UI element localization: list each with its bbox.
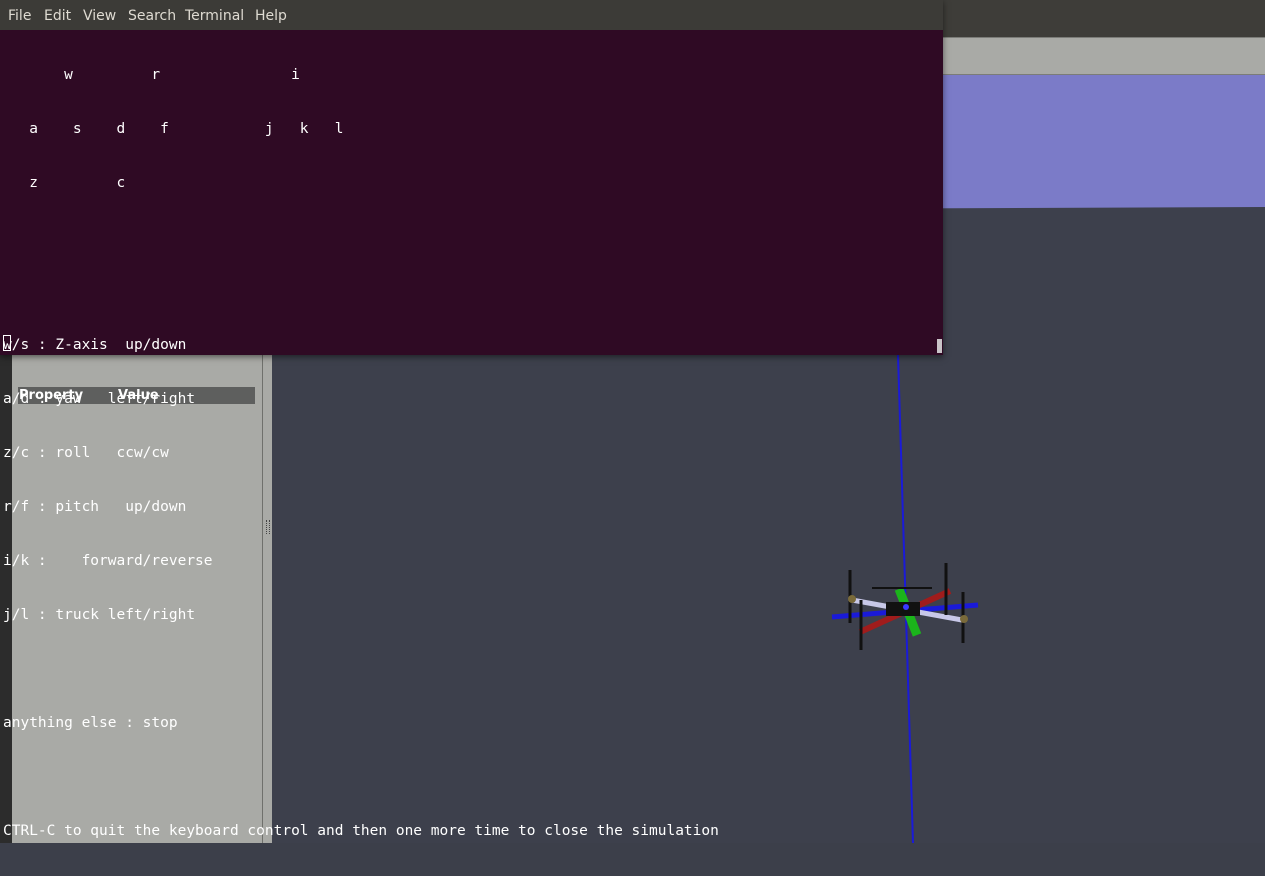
terminal-line: a s d f j k l — [3, 121, 344, 137]
terminal-menu-bar: File Edit View Search Terminal Help — [0, 0, 943, 30]
terminal-cursor — [3, 335, 11, 351]
terminal-line: w r i — [3, 67, 300, 83]
menu-terminal[interactable]: Terminal — [185, 0, 244, 32]
menu-help[interactable]: Help — [255, 0, 287, 32]
terminal-window[interactable]: File Edit View Search Terminal Help w r … — [0, 0, 943, 839]
menu-file[interactable]: File — [8, 0, 31, 32]
motor-2 — [960, 615, 968, 623]
menu-edit[interactable]: Edit — [44, 0, 71, 32]
terminal-output[interactable]: w r i a s d f j k l z c w/s : Z-axis up/… — [3, 30, 933, 839]
menu-search[interactable]: Search — [128, 0, 176, 32]
terminal-scrollbar[interactable] — [937, 339, 942, 353]
terminal-line: j/l : truck left/right — [3, 607, 196, 623]
terminal-line: a/d : yaw left/right — [3, 391, 196, 407]
menu-view[interactable]: View — [83, 0, 116, 32]
terminal-line: r/f : pitch up/down — [3, 499, 187, 515]
terminal-line: z/c : roll ccw/cw — [3, 445, 169, 461]
terminal-line: z c — [3, 175, 126, 191]
terminal-line: CTRL-C to quit the keyboard control and … — [3, 823, 719, 839]
terminal-line: w/s : Z-axis up/down — [3, 337, 187, 353]
terminal-line: anything else : stop — [3, 715, 178, 731]
terminal-line: i/k : forward/reverse — [3, 553, 213, 569]
